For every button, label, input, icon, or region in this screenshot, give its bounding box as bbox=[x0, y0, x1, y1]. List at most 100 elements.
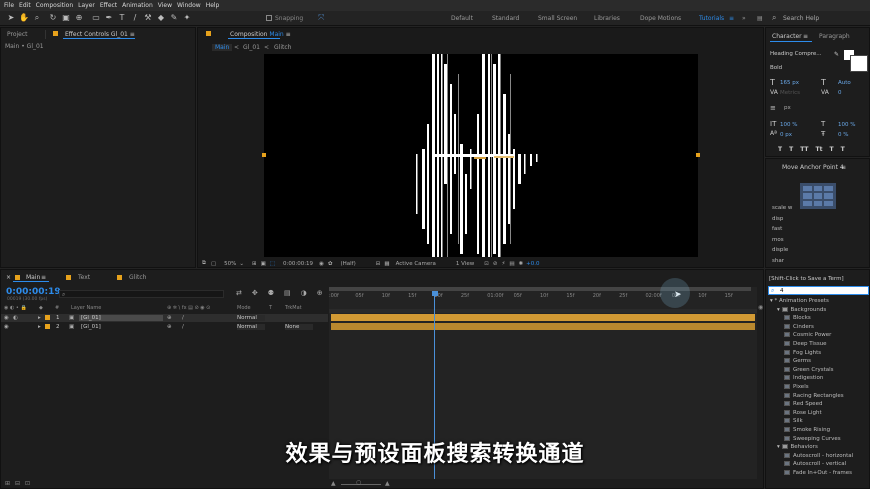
workspace-standard[interactable]: Standard bbox=[492, 15, 519, 22]
comp-nav-glitch[interactable]: Glitch bbox=[274, 44, 291, 51]
faux-italic-button[interactable]: T bbox=[789, 146, 793, 153]
panel-menu-icon[interactable]: ≡ bbox=[130, 31, 135, 38]
exposure-value[interactable]: +0.0 bbox=[526, 261, 539, 267]
script-panel-menu-icon[interactable]: ≡ bbox=[841, 164, 846, 171]
zoom-dropdown[interactable]: 50% bbox=[224, 261, 236, 267]
snapshot-icon[interactable]: ◉ bbox=[319, 261, 324, 267]
always-preview-icon[interactable]: ⧉ bbox=[202, 260, 206, 267]
leading-field[interactable]: Auto bbox=[838, 80, 851, 86]
toggle-mask-icon[interactable]: ▣ bbox=[261, 261, 266, 267]
anchor-point-grid[interactable] bbox=[800, 183, 836, 209]
preset-item[interactable]: Fog Lights bbox=[770, 349, 870, 358]
pen-tool-icon[interactable]: ✒ bbox=[104, 13, 114, 23]
roto-brush-tool-icon[interactable]: ✎ bbox=[169, 13, 179, 23]
char-panel-menu-icon[interactable]: ≡ bbox=[803, 33, 808, 40]
menu-item-view[interactable]: View bbox=[158, 2, 172, 9]
comp-lock-icon[interactable] bbox=[206, 31, 211, 38]
expand-arrow-icon[interactable]: ▸ bbox=[38, 315, 41, 321]
draft-3d-icon[interactable]: ✥ bbox=[252, 289, 258, 297]
preset-item[interactable]: Rose Light bbox=[770, 409, 870, 418]
motion-blur-icon[interactable]: ◑ bbox=[301, 289, 307, 297]
region-of-interest-icon[interactable]: ⬚ bbox=[270, 261, 275, 267]
tab-project[interactable]: Project bbox=[7, 31, 28, 38]
preset-item[interactable]: Germs bbox=[770, 357, 870, 366]
menu-item-animation[interactable]: Animation bbox=[122, 2, 153, 9]
faux-bold-button[interactable]: T bbox=[778, 146, 782, 153]
layer-label-color[interactable] bbox=[45, 315, 50, 322]
baseline-shift-field[interactable]: 0 px bbox=[780, 132, 792, 138]
camera-tool-icon[interactable]: ▣ bbox=[61, 13, 71, 23]
zoom-in-icon[interactable]: ▲ bbox=[385, 480, 390, 487]
channel-icon[interactable]: ✿ bbox=[328, 261, 333, 267]
menu-item-file[interactable]: File bbox=[4, 2, 14, 9]
workspace-menu-icon[interactable]: ≡ bbox=[729, 15, 734, 22]
column-trkmat[interactable]: TrkMat bbox=[285, 305, 302, 311]
visibility-eye-icon[interactable]: ◉ bbox=[4, 324, 9, 330]
preset-item[interactable]: Red Speed bbox=[770, 400, 870, 409]
vertical-scale-field[interactable]: 100 % bbox=[780, 122, 797, 128]
timeline-tab-menu-icon[interactable]: ≡ bbox=[41, 274, 46, 281]
tab-composition[interactable]: Composition Main ≡ bbox=[230, 31, 291, 38]
preset-item[interactable]: Blocks bbox=[770, 314, 870, 323]
menu-item-window[interactable]: Window bbox=[177, 2, 201, 9]
stroke-width-unit[interactable]: px bbox=[784, 105, 791, 111]
comp-button-icon[interactable]: ◉ bbox=[758, 304, 763, 311]
fast-preview-icon[interactable]: ⚡ bbox=[501, 261, 505, 267]
preset-item[interactable]: Silk bbox=[770, 417, 870, 426]
script-list-item[interactable]: disple bbox=[772, 247, 792, 253]
table-row[interactable]: ◉ ▸ 2 ▣ [Gl_01] ⊕ / Normal None bbox=[1, 323, 328, 331]
workspace-libraries[interactable]: Libraries bbox=[594, 15, 620, 22]
time-ruler[interactable]: :00f 05f 10f 15f 20f 25f 01:00f 05f 10f 15f 20f 25f… bbox=[329, 293, 757, 301]
layer-mode-dropdown[interactable]: Normal bbox=[237, 324, 265, 330]
search-help-input[interactable]: Search Help bbox=[783, 15, 819, 22]
preset-item[interactable]: Pixels bbox=[770, 383, 870, 392]
preset-item[interactable]: Indigestion bbox=[770, 374, 870, 383]
current-time-display[interactable]: 0:00:00:19 bbox=[6, 287, 61, 297]
shy-switch-icon[interactable]: ⊕ bbox=[167, 324, 172, 330]
expand-layer-switches-icon[interactable]: ⊞ bbox=[5, 480, 10, 487]
3d-ground-plane-icon[interactable]: ▢ bbox=[211, 261, 216, 267]
viewer-timecode[interactable]: 0:00:00:19 bbox=[283, 261, 313, 267]
superscript-button[interactable]: T bbox=[829, 146, 833, 153]
subscript-button[interactable]: T bbox=[841, 146, 845, 153]
audio-icon[interactable]: ◐ bbox=[13, 315, 18, 321]
timeline-tab-glitch[interactable]: Glitch bbox=[129, 274, 146, 281]
horizontal-scale-field[interactable]: 100 % bbox=[838, 122, 855, 128]
views-dropdown[interactable]: 1 View bbox=[456, 261, 474, 267]
layer-search-input[interactable]: ⌕ bbox=[59, 290, 224, 298]
quality-switch-icon[interactable]: / bbox=[182, 324, 184, 330]
kerning-field[interactable]: Metrics bbox=[780, 90, 800, 96]
comp-panel-menu-icon[interactable]: ≡ bbox=[286, 31, 291, 38]
preset-folder[interactable]: ▾ * Animation Presets bbox=[770, 297, 870, 306]
zoom-out-icon[interactable]: ▲ bbox=[331, 480, 336, 487]
script-list-item[interactable]: scale w bbox=[772, 205, 792, 211]
tracking-field[interactable]: 0 bbox=[838, 90, 842, 96]
preset-item[interactable]: Deep Tissue bbox=[770, 340, 870, 349]
preset-folder[interactable]: ▾ Backgrounds bbox=[770, 306, 870, 315]
layer-label-color[interactable] bbox=[45, 324, 50, 331]
exposure-reset-icon[interactable]: ✺ bbox=[519, 261, 524, 267]
layer-mode-dropdown[interactable]: Normal bbox=[237, 315, 265, 321]
preset-item[interactable]: Fade In+Out - frames bbox=[770, 469, 870, 478]
timeline-tab-main[interactable]: Main bbox=[26, 274, 40, 281]
workspace-tutorials[interactable]: Tutorials bbox=[699, 15, 724, 22]
comp-mini-flowchart-icon[interactable]: ⇄ bbox=[236, 289, 242, 297]
resolution-dropdown[interactable]: (Half) bbox=[340, 261, 355, 267]
small-caps-button[interactable]: Tt bbox=[816, 146, 823, 153]
preset-item[interactable]: Racing Rectangles bbox=[770, 392, 870, 401]
workspace-dope-motions[interactable]: Dope Motions bbox=[640, 15, 681, 22]
menu-item-edit[interactable]: Edit bbox=[19, 2, 31, 9]
stroke-color-swatch[interactable] bbox=[850, 55, 868, 72]
flowchart-icon[interactable]: ⊘ bbox=[493, 261, 498, 267]
column-layer-name[interactable]: Layer Name bbox=[71, 305, 101, 311]
transform-handle-right[interactable] bbox=[696, 153, 700, 157]
visibility-eye-icon[interactable]: ◉ bbox=[4, 315, 9, 321]
tsume-field[interactable]: 0 % bbox=[838, 132, 848, 138]
brush-tool-icon[interactable]: / bbox=[130, 13, 140, 23]
graph-editor-icon[interactable]: ⊕ bbox=[317, 289, 323, 297]
expand-modes-icon[interactable]: ⊟ bbox=[15, 480, 20, 487]
transform-handle-left[interactable] bbox=[262, 153, 266, 157]
tab-character[interactable]: Character bbox=[772, 33, 802, 40]
quality-switch-icon[interactable]: / bbox=[182, 315, 184, 321]
script-list-item[interactable]: shar bbox=[772, 258, 792, 264]
